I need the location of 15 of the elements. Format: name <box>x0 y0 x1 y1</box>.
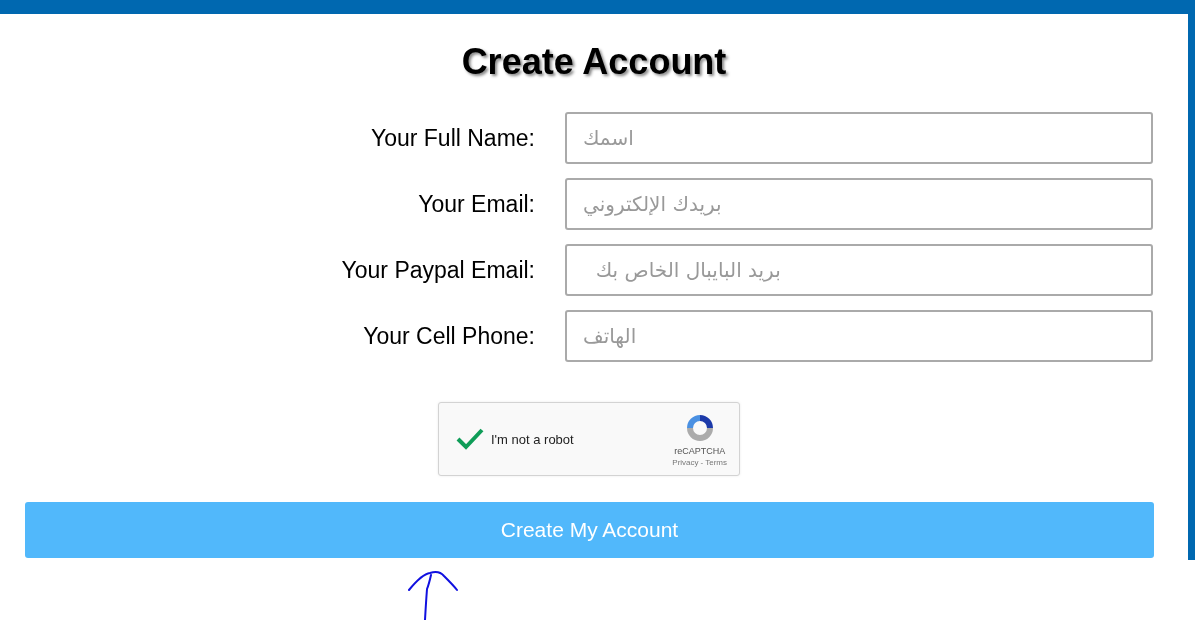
input-field[interactable]: بريدك الإلكتروني <box>565 178 1153 230</box>
check-icon <box>455 427 485 451</box>
input-field[interactable]: اسمك <box>565 112 1153 164</box>
captcha-link[interactable]: Privacy <box>672 457 699 467</box>
input-field[interactable]: الهاتف <box>565 310 1153 362</box>
input-field[interactable]: بريد البايبال الخاص بك <box>565 244 1153 296</box>
recaptcha-brand: reCAPTCHA <box>674 445 726 456</box>
field-label: Your Cell Phone: <box>362 322 535 350</box>
field-label: Your Email: <box>417 190 535 218</box>
captcha-label: I'm not a robot <box>491 431 575 447</box>
page-title: Create Account <box>461 40 727 84</box>
captcha-link[interactable]: Terms <box>705 457 727 467</box>
field-label: Your Full Name: <box>369 124 535 152</box>
link-separator: - <box>700 457 704 467</box>
field-label: Your Paypal Email: <box>340 256 535 284</box>
